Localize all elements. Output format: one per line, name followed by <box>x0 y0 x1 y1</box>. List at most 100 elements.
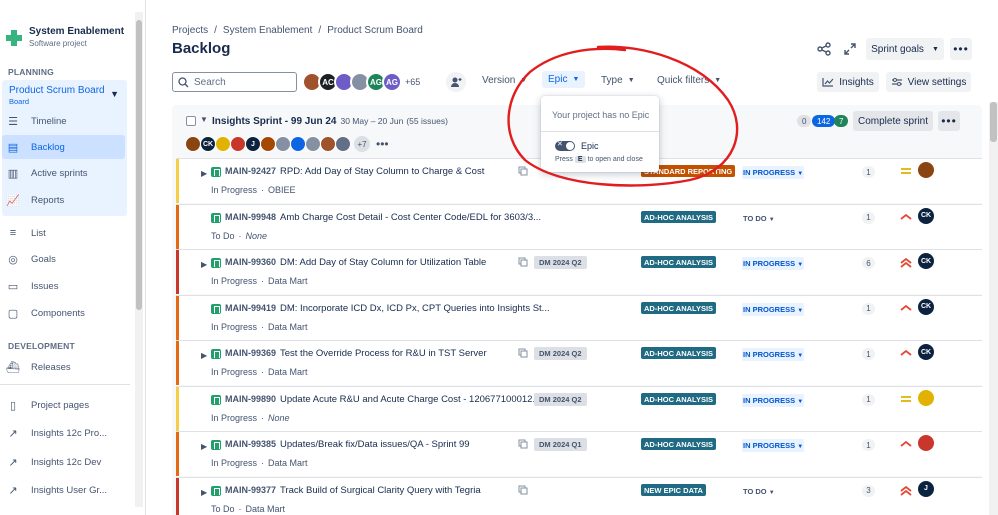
view-settings-button[interactable]: View settings <box>886 72 971 92</box>
assignee-avatar[interactable]: CK <box>918 207 934 224</box>
assignee-avatar[interactable]: CK <box>918 253 934 269</box>
sidebar-scrollbar[interactable] <box>135 12 143 507</box>
share-icon[interactable] <box>817 42 831 56</box>
table-row[interactable]: ▶ MAIN-99369 Test the Override Process for… <box>176 340 982 385</box>
issue-key[interactable]: MAIN-99419 <box>225 303 276 313</box>
sidebar-item-backlog[interactable]: ▤ Backlog <box>2 135 125 159</box>
issue-summary[interactable]: Test the Override Process for R&U in TST… <box>280 348 487 359</box>
sidebar-item-insights-12c-pro[interactable]: ↗ Insights 12c Pro... <box>6 421 126 445</box>
avatar[interactable] <box>320 136 336 152</box>
complete-sprint-button[interactable]: Complete sprint <box>853 111 933 131</box>
story-points-badge[interactable]: 3 <box>862 484 875 497</box>
sidebar-item-goals[interactable]: ◎ Goals <box>6 247 126 271</box>
sprint-more-button[interactable]: ••• <box>938 111 960 131</box>
assignee-avatar[interactable]: CK <box>918 298 934 315</box>
avatar[interactable] <box>305 136 321 152</box>
sprint-checkbox[interactable] <box>186 116 196 126</box>
issue-summary[interactable]: Update Acute R&U and Acute Charge Cost -… <box>280 394 540 405</box>
fix-version-badge[interactable]: DM 2024 Q2 <box>534 392 587 406</box>
status-dropdown[interactable]: IN PROGRESS ▼ <box>742 348 805 361</box>
assignee-avatar[interactable] <box>918 162 934 178</box>
sidebar-item-reports[interactable]: 📈 Reports <box>6 188 126 212</box>
table-row[interactable]: ▶ MAIN-99360 DM: Add Day of Stay Column fo… <box>176 249 982 294</box>
issue-summary[interactable]: RPD: Add Day of Stay Column to Charge & … <box>280 166 484 177</box>
issue-summary[interactable]: Updates/Break fix/Data issues/QA - Sprin… <box>280 439 470 450</box>
sprint-collapse-icon[interactable]: ▼ <box>200 115 208 124</box>
avatar-overflow-count[interactable]: +65 <box>405 77 420 87</box>
avatar[interactable] <box>335 136 351 152</box>
search-input[interactable] <box>194 76 294 88</box>
assignee-avatar[interactable] <box>918 389 934 406</box>
fix-version-badge[interactable]: DM 2024 Q2 <box>534 256 587 269</box>
issue-key[interactable]: MAIN-99385 <box>225 439 276 449</box>
avatar[interactable] <box>275 136 291 152</box>
sidebar-item-components[interactable]: ▢ Components <box>6 301 126 325</box>
child-issues-icon[interactable] <box>518 348 528 358</box>
expand-icon[interactable]: ▶ <box>201 488 207 497</box>
issue-key[interactable]: MAIN-99890 <box>225 394 276 404</box>
issue-key[interactable]: MAIN-99360 <box>225 257 276 267</box>
table-row[interactable]: ▶ MAIN-99385 Updates/Break fix/Data issues… <box>176 431 982 476</box>
quick-filters[interactable]: Quick filters ▼ <box>657 75 721 86</box>
issue-key[interactable]: MAIN-92427 <box>225 166 276 176</box>
avatar[interactable]: CK <box>200 136 216 152</box>
sidebar-item-active-sprints[interactable]: ▥ Active sprints <box>6 161 126 185</box>
story-points-badge[interactable]: 1 <box>862 439 875 451</box>
more-assignees-icon[interactable]: ••• <box>376 137 389 151</box>
avatar[interactable]: AG <box>382 72 402 92</box>
story-points-badge[interactable]: 1 <box>862 393 875 406</box>
breadcrumb-board[interactable]: Product Scrum Board <box>327 25 423 36</box>
fullscreen-icon[interactable] <box>843 42 857 56</box>
avatar[interactable]: J <box>245 136 261 152</box>
table-row[interactable]: MAIN-99419 DM: Incorporate ICD Dx, ICD Px… <box>176 294 982 340</box>
sidebar-scroll-thumb[interactable] <box>136 20 142 310</box>
sidebar-item-issues[interactable]: ▭ Issues <box>6 274 126 298</box>
sprint-goals-button[interactable]: Sprint goals ▼ <box>866 38 944 60</box>
status-dropdown[interactable]: IN PROGRESS ▼ <box>742 393 805 407</box>
avatar[interactable] <box>185 136 201 152</box>
expand-icon[interactable]: ▶ <box>201 351 207 360</box>
sidebar-item-insights-12c-dev[interactable]: ↗ Insights 12c Dev <box>6 450 126 474</box>
child-issues-icon[interactable] <box>518 439 528 449</box>
sprint-assignees[interactable]: CK J +7 ••• <box>185 136 389 152</box>
issue-summary[interactable]: DM: Incorporate ICD Dx, ICD Px, CPT Quer… <box>280 303 550 314</box>
assignee-avatar-group[interactable]: AC AG AG +65 <box>302 71 420 93</box>
epic-toggle[interactable] <box>555 140 575 151</box>
status-dropdown[interactable]: TO DO ▼ <box>742 485 776 498</box>
issue-summary[interactable]: Track Build of Surgical Clarity Query wi… <box>280 485 481 496</box>
child-issues-icon[interactable] <box>518 485 528 495</box>
assignee-avatar[interactable] <box>918 435 934 451</box>
expand-icon[interactable]: ▶ <box>201 442 207 451</box>
sidebar-item-timeline[interactable]: ☰ Timeline <box>6 109 126 133</box>
insights-button[interactable]: Insights <box>817 72 879 92</box>
issue-key[interactable]: MAIN-99369 <box>225 348 276 358</box>
fix-version-badge[interactable]: DM 2024 Q1 <box>534 438 587 451</box>
fix-version-badge[interactable]: DM 2024 Q2 <box>534 347 587 360</box>
add-people-button[interactable] <box>446 72 466 92</box>
issue-key[interactable]: MAIN-99948 <box>225 212 276 222</box>
more-actions-button[interactable]: ••• <box>950 38 972 60</box>
issue-key[interactable]: MAIN-99377 <box>225 485 276 495</box>
child-issues-icon[interactable] <box>518 257 528 267</box>
epic-badge[interactable]: AD-HOC ANALYSIS <box>641 438 717 450</box>
story-points-badge[interactable]: 6 <box>862 257 875 269</box>
epic-badge[interactable]: AD-HOC ANALYSIS <box>641 256 717 268</box>
story-points-badge[interactable]: 1 <box>862 302 875 315</box>
avatar[interactable] <box>290 136 306 152</box>
avatar[interactable] <box>215 136 231 152</box>
breadcrumb-project[interactable]: System Enablement <box>223 25 313 36</box>
child-issues-icon[interactable] <box>518 166 528 176</box>
table-row[interactable]: MAIN-99948 Amb Charge Cost Detail - Cost … <box>176 203 982 249</box>
issue-summary[interactable]: DM: Add Day of Stay Column for Utilizati… <box>280 257 486 268</box>
breadcrumb-projects[interactable]: Projects <box>172 25 208 36</box>
issue-summary[interactable]: Amb Charge Cost Detail - Cost Center Cod… <box>280 212 541 223</box>
expand-icon[interactable]: ▶ <box>201 260 207 269</box>
story-points-badge[interactable]: 1 <box>862 166 875 178</box>
table-row[interactable]: MAIN-99890 Update Acute R&U and Acute Cha… <box>176 385 982 431</box>
status-dropdown[interactable]: IN PROGRESS ▼ <box>742 302 805 316</box>
epic-badge[interactable]: AD-HOC ANALYSIS <box>641 210 717 223</box>
story-points-badge[interactable]: 1 <box>862 348 875 360</box>
search-box[interactable] <box>172 72 297 92</box>
status-dropdown[interactable]: IN PROGRESS ▼ <box>742 439 805 452</box>
status-dropdown[interactable]: IN PROGRESS ▼ <box>742 257 805 270</box>
